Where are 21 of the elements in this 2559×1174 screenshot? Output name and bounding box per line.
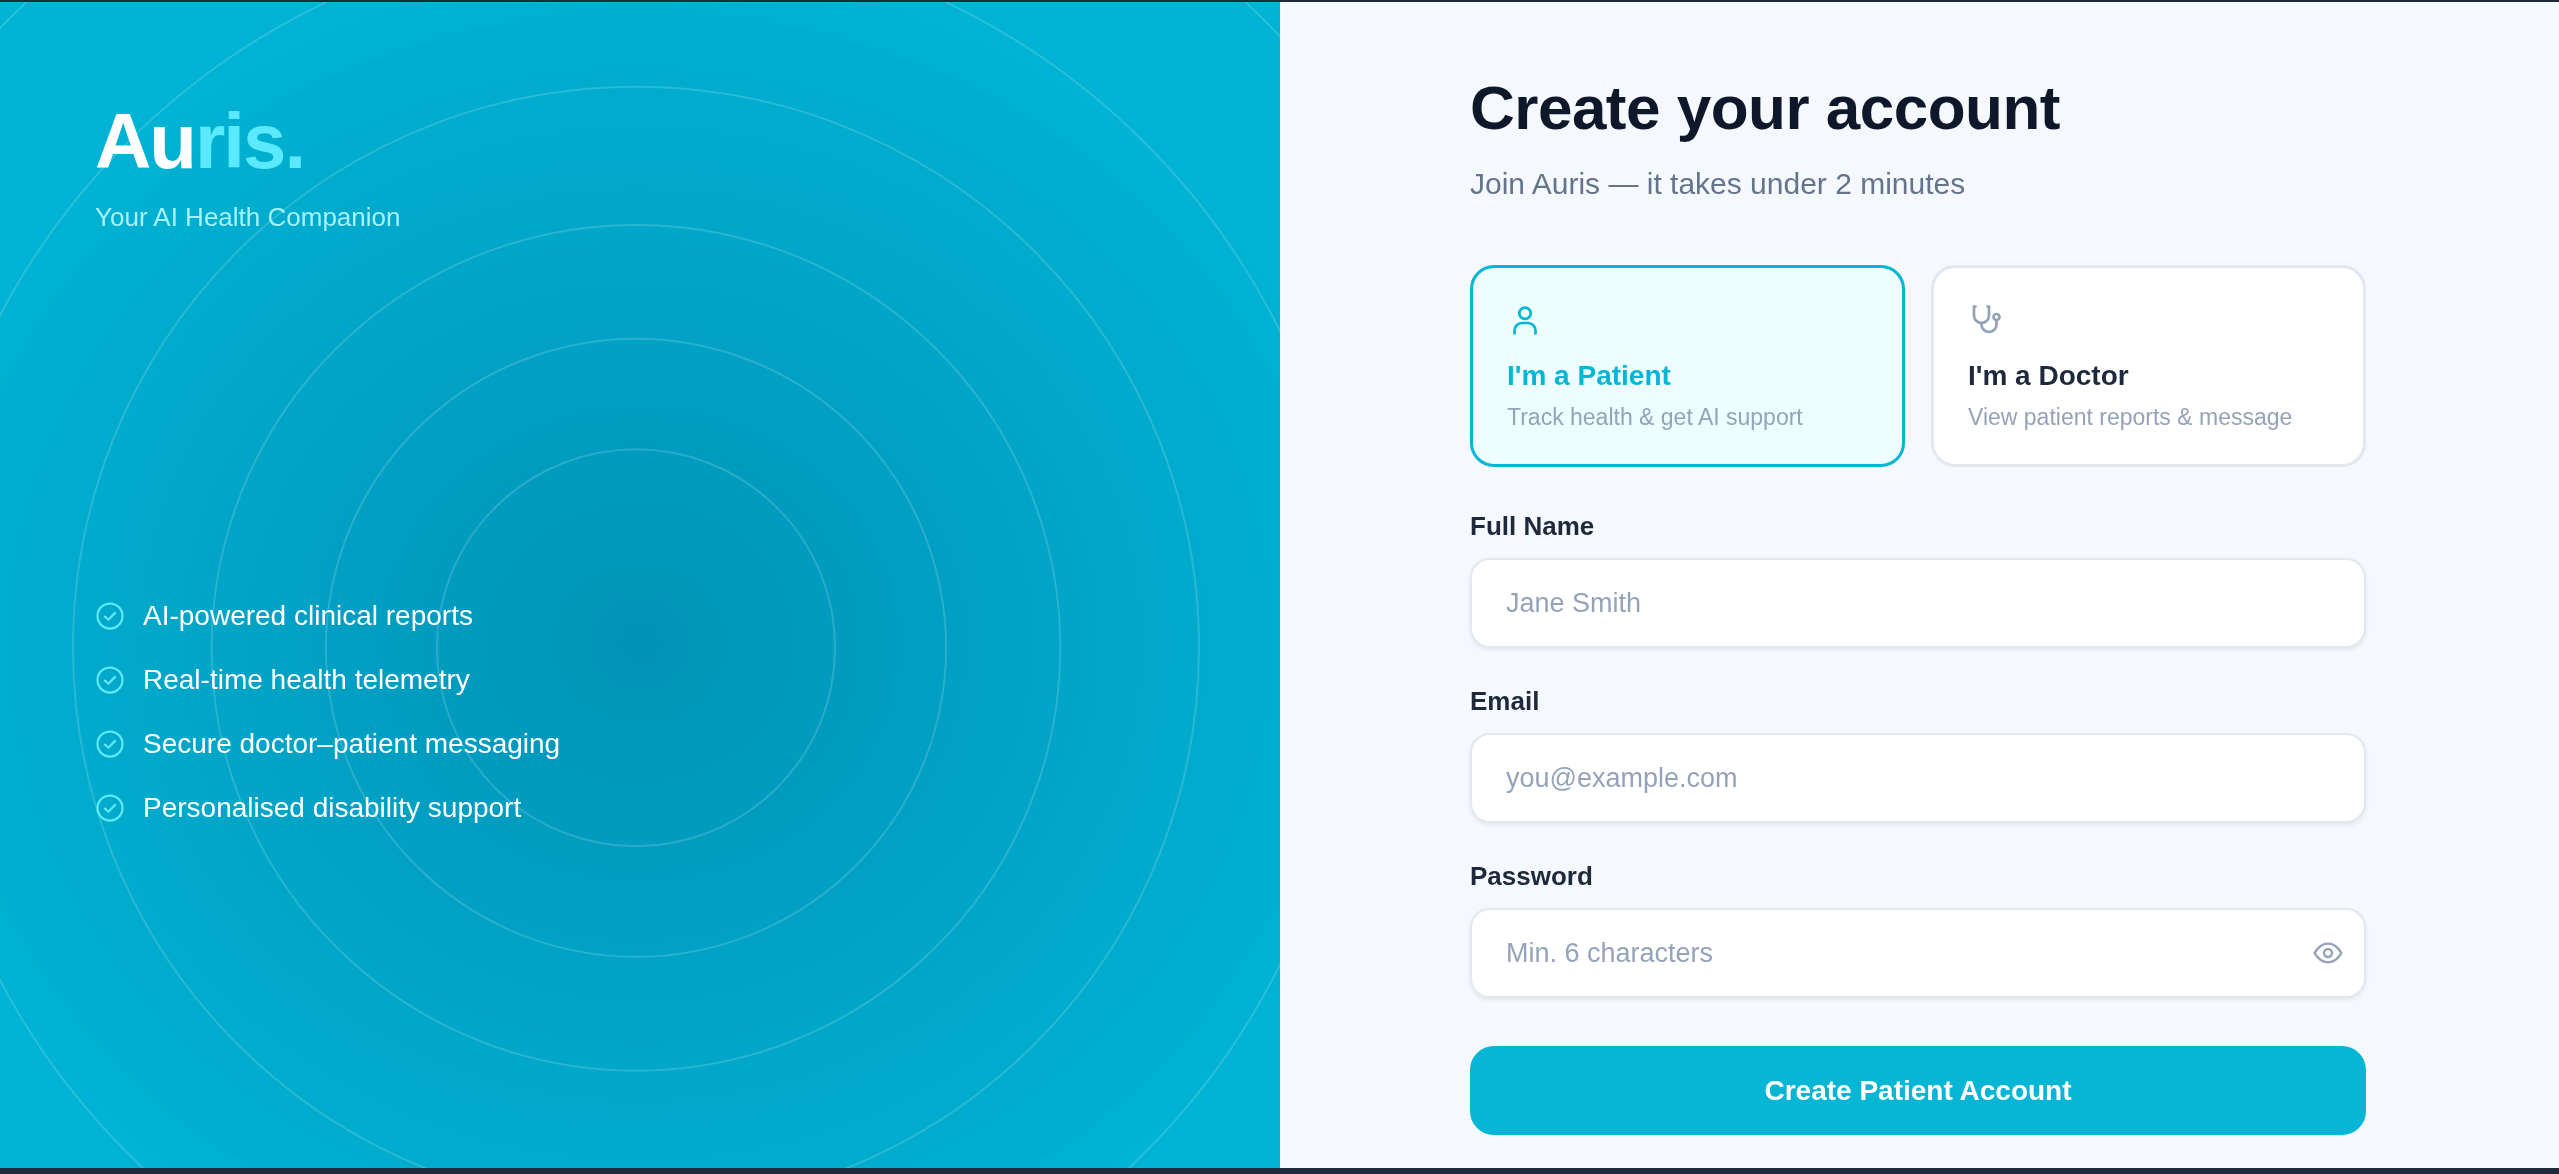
feature-text: Real-time health telemetry [143,665,470,695]
feature-text: Secure doctor–patient messaging [143,729,561,759]
field-label: Full Name [1470,511,1596,542]
field-label: Email [1470,686,1541,717]
check-circle-icon [95,793,125,823]
page-subtitle: Join Auris — it takes under 2 minutes [1470,167,1967,201]
input-field[interactable]: Jane Smith [1470,558,2366,648]
check-circle-icon [95,665,125,695]
role-card[interactable]: I'm a Patient Track health & get AI support [1470,265,1905,467]
logo: Auris. [95,102,305,180]
create-account-button[interactable]: Create Patient Account [1470,1046,2366,1135]
check-circle-icon [95,601,125,631]
check-circle-icon [95,729,125,759]
field-label: Password [1470,861,1594,892]
page-title: Create your account [1470,72,2061,143]
tagline: Your AI Health Companion [95,202,401,233]
feature-text: AI-powered clinical reports [143,601,473,631]
feature-text: Personalised disability support [143,793,522,823]
role-card[interactable]: I'm a Doctor View patient reports & message [1931,265,2366,467]
input-field[interactable]: Min. 6 characters [1470,908,2366,998]
input-field[interactable]: you@example.com [1470,733,2366,823]
